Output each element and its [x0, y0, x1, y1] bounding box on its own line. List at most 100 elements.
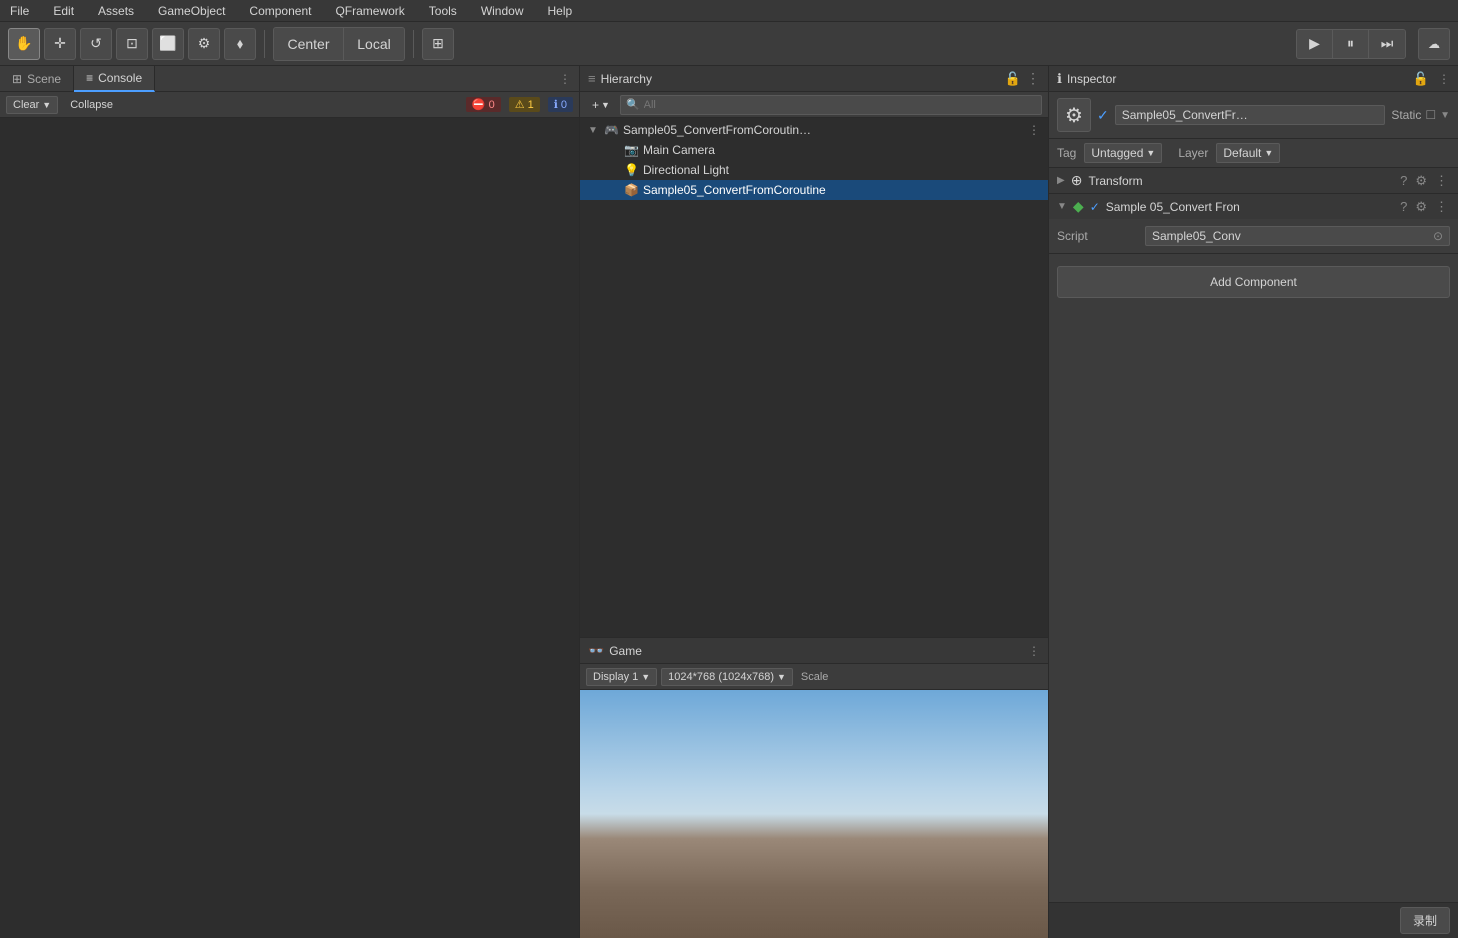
tool-rotate[interactable]: ↺ — [80, 28, 112, 60]
cloud-button[interactable]: ☁ — [1418, 28, 1450, 60]
add-component-label: Add Component — [1210, 275, 1297, 289]
pause-button[interactable]: ⏸ — [1333, 30, 1369, 58]
transform-settings-btn[interactable]: ⚙ — [1413, 173, 1429, 189]
tool-transform[interactable]: ⚙ — [188, 28, 220, 60]
tag-value: Untagged — [1091, 146, 1143, 160]
tag-dropdown[interactable]: Untagged ▼ — [1084, 143, 1162, 163]
menu-component[interactable]: Component — [245, 4, 315, 18]
tab-scene[interactable]: ⊞ Scene — [0, 66, 74, 92]
inspector-panel: ℹ Inspector 🔓 ⋮ ⚙ ✓ Sample05_ConvertFr… … — [1048, 66, 1458, 938]
inspector-more-btn[interactable]: ⋮ — [1438, 72, 1450, 86]
play-controls: ▶ ⏸ ⏭ — [1296, 29, 1406, 59]
script-help-btn[interactable]: ? — [1398, 199, 1409, 214]
console-area — [0, 118, 579, 938]
hierarchy-list-icon: ≡ — [588, 71, 596, 86]
tree-label-camera: Main Camera — [643, 143, 715, 157]
hierarchy-add-button[interactable]: + ▼ — [586, 96, 616, 114]
transform-icon: ⊕ — [1071, 172, 1083, 189]
hierarchy-search-input[interactable] — [644, 99, 1036, 111]
display-label: Display 1 — [593, 671, 638, 683]
panel-tabs-more[interactable]: ⋮ — [551, 72, 579, 86]
transform-more-btn[interactable]: ⋮ — [1433, 173, 1450, 189]
transform-help-btn[interactable]: ? — [1398, 173, 1409, 188]
clear-label: Clear — [13, 99, 39, 111]
tree-item-main-camera[interactable]: 📷 Main Camera — [580, 140, 1048, 160]
tree-icon-light: 💡 — [624, 163, 639, 177]
tool-move[interactable]: ✛ — [44, 28, 76, 60]
layer-value: Default — [1223, 146, 1261, 160]
badge-warn[interactable]: ⚠ 1 — [509, 97, 540, 112]
play-button[interactable]: ▶ — [1297, 30, 1333, 58]
display-dropdown[interactable]: Display 1 ▼ — [586, 668, 657, 686]
resolution-dropdown[interactable]: 1024*768 (1024x768) ▼ — [661, 668, 793, 686]
tree-icon-sample05: 📦 — [624, 183, 639, 197]
pivot-local-btn[interactable]: Local — [344, 28, 404, 60]
add-dropdown-arrow: ▼ — [601, 100, 610, 110]
menu-help[interactable]: Help — [544, 4, 577, 18]
info-count: 0 — [561, 99, 567, 111]
toolbar-separator-1 — [264, 30, 265, 58]
layer-dropdown[interactable]: Default ▼ — [1216, 143, 1280, 163]
clear-dropdown-arrow[interactable]: ▼ — [42, 100, 51, 110]
menu-assets[interactable]: Assets — [94, 4, 138, 18]
script-enabled-check[interactable]: ✓ — [1090, 200, 1100, 214]
badge-error[interactable]: ⛔ 0 — [466, 97, 501, 112]
menu-qframework[interactable]: QFramework — [331, 4, 408, 18]
obj-icon-box: ⚙ — [1057, 98, 1091, 132]
game-panel-header: 👓 Game ⋮ — [580, 638, 1048, 664]
hierarchy-more-btn[interactable]: ⋮ — [1026, 70, 1040, 87]
hierarchy-lock-icon[interactable]: 🔓 — [1005, 71, 1021, 87]
add-component-button[interactable]: Add Component — [1057, 266, 1450, 298]
center-panel: ≡ Hierarchy 🔓 ⋮ + ▼ 🔍 — [580, 66, 1048, 938]
script-prop-value[interactable]: Sample05_Conv ⊙ — [1145, 226, 1450, 246]
obj-name-text: Sample05_ConvertFr… — [1122, 108, 1248, 122]
obj-enabled-check[interactable]: ✓ — [1097, 107, 1109, 124]
hierarchy-panel: ≡ Hierarchy 🔓 ⋮ + ▼ 🔍 — [580, 66, 1048, 638]
collapse-button[interactable]: Collapse — [62, 97, 121, 113]
resolution-label: 1024*768 (1024x768) — [668, 671, 774, 683]
script-actions: ? ⚙ ⋮ — [1398, 199, 1450, 215]
pivot-center-btn[interactable]: Center — [274, 28, 344, 60]
inspector-header: ℹ Inspector 🔓 ⋮ — [1049, 66, 1458, 92]
game-more-btn[interactable]: ⋮ — [1028, 644, 1040, 658]
menu-edit[interactable]: Edit — [49, 4, 78, 18]
script-prop-icon: ⊙ — [1433, 229, 1443, 243]
game-toolbar: Display 1 ▼ 1024*768 (1024x768) ▼ Scale — [580, 664, 1048, 690]
scene-tab-label: Scene — [27, 72, 61, 86]
script-header[interactable]: ▼ ◆ ✓ Sample 05_Convert Fron ? ⚙ ⋮ — [1049, 194, 1458, 219]
record-label: 录制 — [1413, 912, 1437, 929]
record-button[interactable]: 录制 — [1400, 907, 1450, 934]
tree-more-root[interactable]: ⋮ — [1028, 123, 1040, 137]
hierarchy-search-box[interactable]: 🔍 — [620, 95, 1042, 115]
menu-tools[interactable]: Tools — [425, 4, 461, 18]
step-button[interactable]: ⏭ — [1369, 30, 1405, 58]
tool-rect[interactable]: ⬜ — [152, 28, 184, 60]
badge-info[interactable]: ℹ 0 — [548, 97, 573, 112]
menu-window[interactable]: Window — [477, 4, 528, 18]
tag-dropdown-arrow: ▼ — [1146, 148, 1155, 158]
game-view — [580, 690, 1048, 938]
left-panel: ⊞ Scene ≡ Console ⋮ Clear ▼ Collapse ⛔ 0… — [0, 66, 580, 938]
tool-scale[interactable]: ⊡ — [116, 28, 148, 60]
tool-hand[interactable]: ✋ — [8, 28, 40, 60]
inspector-lock-icon[interactable]: 🔓 — [1413, 71, 1429, 87]
menu-file[interactable]: File — [6, 4, 33, 18]
menu-gameobject[interactable]: GameObject — [154, 4, 229, 18]
tool-multi[interactable]: ⬧ — [224, 28, 256, 60]
display-arrow: ▼ — [641, 672, 650, 682]
script-more-btn[interactable]: ⋮ — [1433, 199, 1450, 215]
tree-item-root[interactable]: ▼ 🎮 Sample05_ConvertFromCoroutin… ⋮ — [580, 120, 1048, 140]
static-checkbox[interactable]: ☐ — [1425, 108, 1436, 122]
toolbar-separator-2 — [413, 30, 414, 58]
transform-header[interactable]: ▶ ⊕ Transform ? ⚙ ⋮ — [1049, 168, 1458, 193]
clear-button[interactable]: Clear ▼ — [6, 96, 58, 114]
tree-item-dir-light[interactable]: 💡 Directional Light — [580, 160, 1048, 180]
grid-btn[interactable]: ⊞ — [422, 28, 454, 60]
obj-name-field[interactable]: Sample05_ConvertFr… — [1115, 105, 1386, 125]
tree-item-sample05[interactable]: 📦 Sample05_ConvertFromCoroutine — [580, 180, 1048, 200]
transform-component: ▶ ⊕ Transform ? ⚙ ⋮ — [1049, 168, 1458, 194]
search-icon: 🔍 — [626, 98, 640, 111]
static-dropdown-arrow[interactable]: ▼ — [1440, 110, 1450, 121]
tab-console[interactable]: ≡ Console — [74, 66, 155, 92]
script-settings-btn[interactable]: ⚙ — [1413, 199, 1429, 215]
